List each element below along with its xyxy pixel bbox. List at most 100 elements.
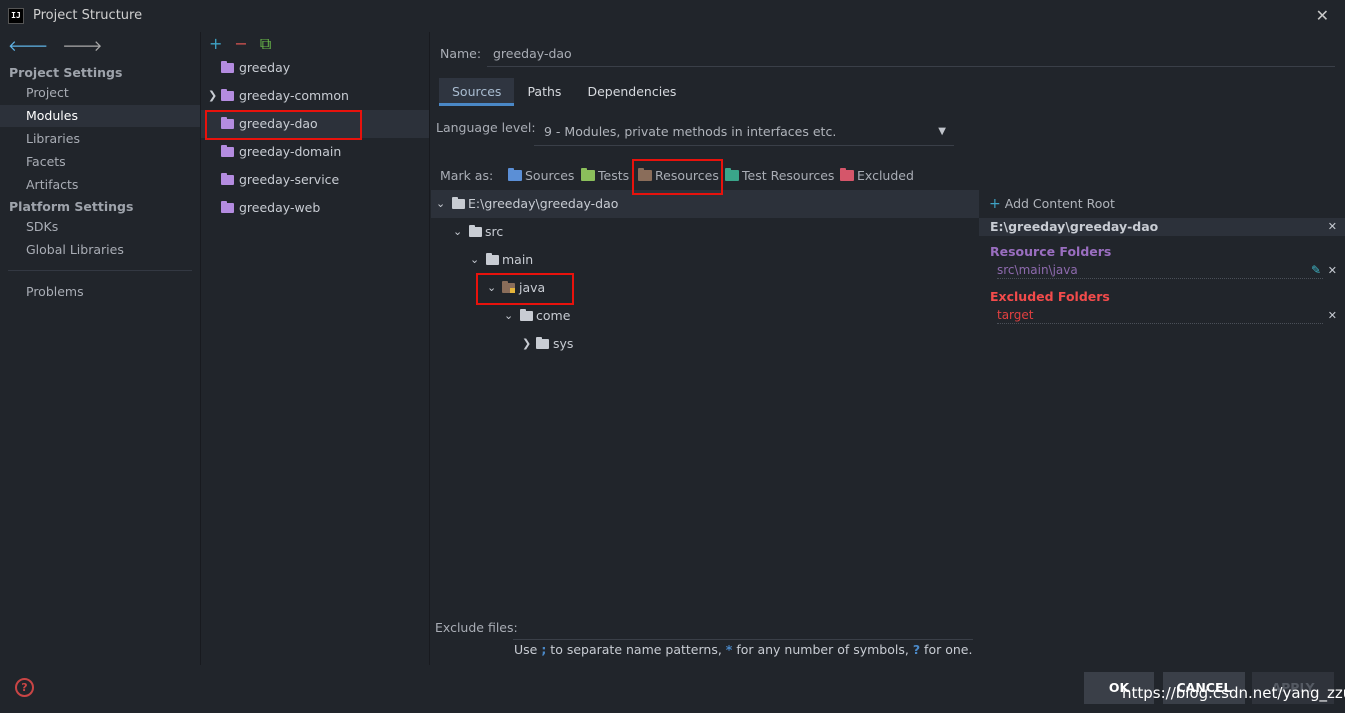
tree-row-root[interactable]: ⌄ E:\greeday\greeday-dao — [431, 190, 979, 218]
window-close-icon[interactable]: ✕ — [1316, 6, 1329, 25]
language-level-label: Language level: — [436, 120, 536, 135]
close-icon[interactable]: ✕ — [1328, 264, 1337, 277]
resource-folder-item[interactable]: src\main\java — [997, 263, 1323, 279]
add-content-root-button[interactable]: + Add Content Root — [989, 196, 1115, 212]
tab-dependencies[interactable]: Dependencies — [574, 78, 689, 106]
chevron-down-icon[interactable]: ⌄ — [453, 218, 462, 246]
tree-label: sys — [553, 336, 574, 351]
close-icon[interactable]: ✕ — [1328, 309, 1337, 322]
mark-tests-button[interactable]: Tests — [581, 168, 629, 183]
nav-item-artifacts[interactable]: Artifacts — [0, 174, 200, 196]
tab-paths[interactable]: Paths — [514, 78, 574, 106]
pencil-icon[interactable]: ✎ — [1311, 263, 1321, 277]
module-toolbar: + − ⧉ — [209, 34, 271, 54]
mark-as-label: Mark as: — [440, 168, 494, 183]
module-folder-icon — [221, 145, 234, 157]
name-label: Name: — [440, 46, 482, 61]
module-item-greeday-dao[interactable]: greeday-dao — [201, 110, 429, 138]
project-settings-heading: Project Settings — [9, 65, 123, 80]
resources-folder-icon — [502, 281, 515, 293]
test-resources-folder-icon — [725, 168, 739, 181]
name-field[interactable]: greeday-dao — [493, 46, 572, 61]
copy-icon[interactable]: ⧉ — [260, 34, 271, 54]
chevron-right-icon[interactable]: ❯ — [522, 330, 531, 358]
tests-folder-icon — [581, 168, 595, 181]
arrow-left-icon[interactable]: 🡐 — [8, 36, 48, 55]
arrow-right-icon[interactable]: 🡒 — [62, 36, 102, 55]
resources-folder-icon — [638, 168, 652, 181]
language-level-select[interactable]: 9 - Modules, private methods in interfac… — [534, 118, 954, 146]
excluded-folders-title: Excluded Folders — [990, 289, 1110, 304]
nav-item-facets[interactable]: Facets — [0, 151, 200, 173]
help-icon[interactable]: ? — [15, 678, 34, 697]
sources-folder-icon — [508, 168, 522, 181]
tree-row-src[interactable]: ⌄ src — [431, 218, 979, 246]
module-label: greeday-domain — [239, 144, 342, 159]
nav-item-modules[interactable]: Modules — [0, 105, 200, 127]
module-folder-icon — [221, 201, 234, 213]
chevron-down-icon[interactable]: ⌄ — [470, 246, 479, 274]
mark-resources-label: Resources — [655, 168, 719, 183]
excluded-folder-item[interactable]: target — [997, 308, 1323, 324]
module-item-greeday[interactable]: greeday — [201, 54, 429, 82]
module-label: greeday — [239, 60, 291, 75]
folder-icon — [520, 309, 533, 321]
nav-item-global-libraries[interactable]: Global Libraries — [0, 239, 200, 261]
nav-item-project[interactable]: Project — [0, 82, 200, 104]
module-item-greeday-common[interactable]: ❯ greeday-common — [201, 82, 429, 110]
module-list: + − ⧉ greeday ❯ greeday-common greeday-d… — [201, 32, 430, 665]
nav-item-sdks[interactable]: SDKs — [0, 216, 200, 238]
resource-folders-title: Resource Folders — [990, 244, 1112, 259]
module-details: Name: greeday-dao Sources Paths Dependen… — [431, 32, 1345, 665]
exclude-files-input[interactable] — [513, 616, 973, 640]
tree-row-come[interactable]: ⌄ come — [431, 302, 979, 330]
nav-item-libraries[interactable]: Libraries — [0, 128, 200, 150]
content-root-tree: ⌄ E:\greeday\greeday-dao ⌄ src ⌄ main ⌄ … — [431, 190, 979, 610]
tab-sources[interactable]: Sources — [439, 78, 515, 106]
tree-label: src — [485, 224, 504, 239]
mark-sources-button[interactable]: Sources — [508, 168, 574, 183]
plus-icon: + — [989, 196, 1001, 212]
tree-row-java[interactable]: ⌄ java — [431, 274, 979, 302]
chevron-down-icon[interactable]: ⌄ — [504, 302, 513, 330]
module-item-greeday-service[interactable]: greeday-service — [201, 166, 429, 194]
chevron-down-icon[interactable]: ⌄ — [436, 190, 445, 218]
content-root-header: E:\greeday\greeday-dao ✕ — [979, 218, 1345, 236]
folder-icon — [486, 253, 499, 265]
module-label: greeday-common — [239, 88, 349, 103]
mark-tests-label: Tests — [598, 168, 630, 183]
module-folder-icon — [221, 173, 234, 185]
exclude-files-label: Exclude files: — [435, 620, 518, 635]
module-item-greeday-domain[interactable]: greeday-domain — [201, 138, 429, 166]
module-item-greeday-web[interactable]: greeday-web — [201, 194, 429, 222]
mark-test-resources-button[interactable]: Test Resources — [725, 168, 834, 183]
chevron-down-icon[interactable]: ⌄ — [487, 274, 496, 302]
mark-test-resources-label: Test Resources — [742, 168, 835, 183]
tree-row-sys[interactable]: ❯ sys — [431, 330, 979, 358]
mark-sources-label: Sources — [525, 168, 575, 183]
tree-label: main — [502, 252, 534, 267]
mark-excluded-button[interactable]: Excluded — [840, 168, 914, 183]
title-bar: IJ Project Structure ✕ — [0, 0, 1345, 32]
add-content-root-label: Add Content Root — [1004, 196, 1115, 211]
module-tabs: Sources Paths Dependencies — [439, 78, 689, 106]
tree-row-main[interactable]: ⌄ main — [431, 246, 979, 274]
language-level-value: 9 - Modules, private methods in interfac… — [544, 124, 837, 139]
folder-icon — [469, 225, 482, 237]
platform-settings-heading: Platform Settings — [9, 199, 134, 214]
plus-icon[interactable]: + — [209, 34, 222, 54]
name-field-underline — [487, 66, 1335, 67]
tree-label: java — [519, 280, 546, 295]
nav-item-problems[interactable]: Problems — [0, 281, 200, 303]
intellij-icon: IJ — [8, 8, 24, 24]
mark-excluded-label: Excluded — [857, 168, 914, 183]
nav-divider — [8, 270, 192, 271]
close-icon[interactable]: ✕ — [1328, 218, 1337, 236]
tree-label: E:\greeday\greeday-dao — [468, 196, 619, 211]
excluded-folder-icon — [840, 168, 854, 181]
dropdown-arrow-icon[interactable]: ▼ — [938, 118, 946, 146]
chevron-right-icon[interactable]: ❯ — [208, 82, 217, 110]
folder-icon — [536, 337, 549, 349]
mark-resources-button[interactable]: Resources — [638, 168, 719, 183]
minus-icon[interactable]: − — [234, 34, 247, 54]
